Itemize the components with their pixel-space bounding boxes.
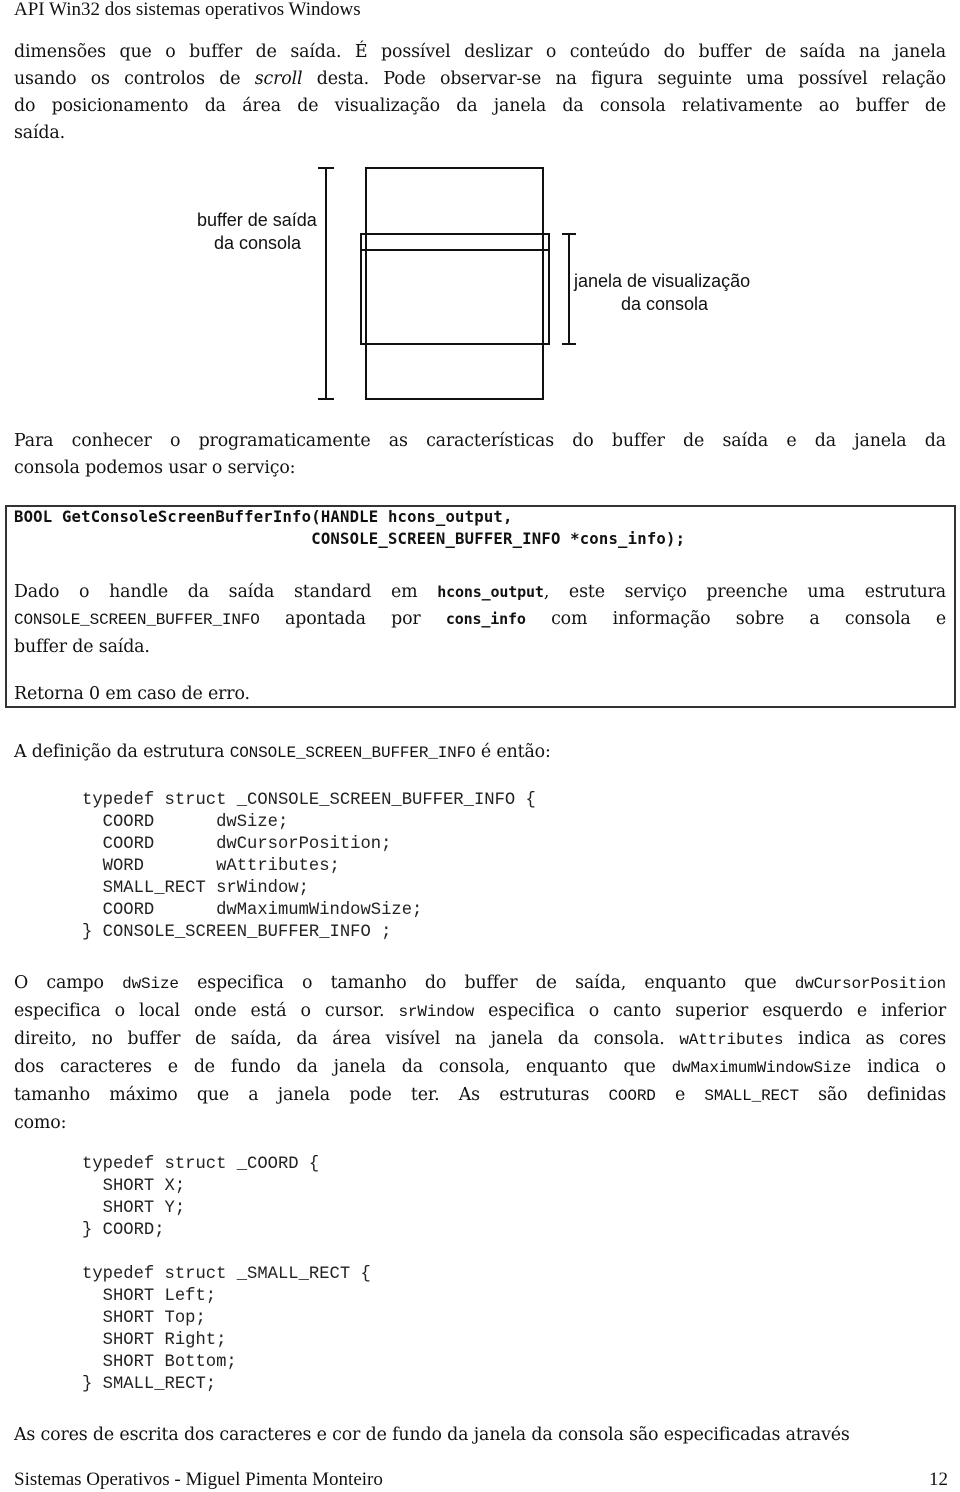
buffer-label-line2: da consola [214, 233, 302, 253]
code-line: SHORT X; [82, 1177, 186, 1196]
struct-small-rect: typedef struct _SMALL_RECT { SHORT Left;… [82, 1264, 371, 1396]
text-run: buffer de saída. [14, 637, 150, 657]
text-run: saída. [14, 123, 65, 143]
code-line: SHORT Top; [82, 1309, 206, 1328]
page-number: 12 [929, 1469, 948, 1490]
window-label-line1: janela de visualização [573, 271, 750, 291]
code-line: typedef struct _COORD { [82, 1155, 320, 1174]
text-line: Para conhecer o programaticamente as car… [14, 428, 946, 455]
text-run: O campo [14, 973, 123, 993]
code-identifier: cons_info [445, 610, 526, 628]
code-line: SHORT Y; [82, 1199, 186, 1218]
text-run: especifica o canto superior esquerdo e i… [474, 1001, 946, 1021]
text-line: As cores de escrita dos caracteres e cor… [14, 1422, 946, 1449]
code-line: WORD wAttributes; [82, 857, 340, 876]
text-run: do posicionamento da área de visualizaçã… [14, 96, 946, 116]
code-line: COORD dwSize; [82, 813, 289, 832]
text-run: , este serviço preenche uma estrutura [543, 582, 946, 602]
text-run: direito, no buffer de saída, da área vis… [14, 1029, 680, 1049]
text-run: desta. Pode observar-se na figura seguin… [302, 69, 946, 89]
window-label-line2: da consola [621, 294, 709, 314]
code-line: SHORT Left; [82, 1287, 217, 1306]
struct-intro-paragraph: A definição da estrutura CONSOLE_SCREEN_… [14, 739, 946, 767]
text-run: Para conhecer o programaticamente as car… [14, 431, 946, 451]
text-line: tamanho máximo que a janela pode ter. As… [14, 1082, 946, 1110]
code-line: SHORT Bottom; [82, 1353, 237, 1372]
text-run: consola podemos usar o serviço: [14, 458, 296, 478]
text-run: Dado o handle da saída standard em [14, 582, 438, 602]
service-description: Dado o handle da saída standard em hcons… [14, 579, 946, 661]
text-run: são definidas [798, 1085, 946, 1105]
text-line: especifica o local onde está o cursor. s… [14, 998, 946, 1026]
closing-paragraph: As cores de escrita dos caracteres e cor… [14, 1422, 946, 1449]
code-identifier: hcons_output [437, 583, 544, 601]
text-line: CONSOLE_SCREEN_BUFFER_INFO apontada por … [14, 606, 946, 634]
buffer-label-line1: buffer de saída [197, 210, 318, 230]
code-line: typedef struct _SMALL_RECT { [82, 1265, 371, 1284]
text-line: como: [14, 1110, 946, 1137]
code-line: } COORD; [82, 1221, 165, 1240]
text-run: As cores de escrita dos caracteres e cor… [14, 1425, 850, 1445]
emphasis-text: scroll [254, 69, 303, 89]
buffer-height-bracket [318, 167, 334, 400]
running-header: API Win32 dos sistemas operativos Window… [14, 0, 361, 20]
signature-line-2: CONSOLE_SCREEN_BUFFER_INFO *cons_info); [14, 530, 686, 548]
code-line: } SMALL_RECT; [82, 1375, 217, 1394]
code-identifier: CONSOLE_SCREEN_BUFFER_INFO [14, 611, 260, 629]
text-run: A definição da estrutura [14, 742, 230, 762]
code-line: typedef struct _CONSOLE_SCREEN_BUFFER_IN… [82, 791, 536, 810]
footer-author: Sistemas Operativos - Miguel Pimenta Mon… [14, 1469, 383, 1490]
text-run: indica o [851, 1057, 946, 1077]
code-identifier: wAttributes [679, 1031, 784, 1049]
code-line: COORD dwCursorPosition; [82, 835, 392, 854]
text-line: O campo dwSize especifica o tamanho do b… [14, 970, 946, 998]
text-run: dos caracteres e de fundo da janela da c… [14, 1057, 672, 1077]
code-identifier: COORD [608, 1087, 656, 1105]
code-identifier: dwCursorPosition [794, 975, 946, 993]
text-line: usando os controlos de scroll desta. Pod… [14, 66, 946, 93]
struct-console-screen-buffer-info: typedef struct _CONSOLE_SCREEN_BUFFER_IN… [82, 790, 536, 944]
code-line: SMALL_RECT srWindow; [82, 879, 309, 898]
code-identifier: CONSOLE_SCREEN_BUFFER_INFO [229, 744, 476, 762]
code-identifier: dwSize [122, 975, 179, 993]
text-run: e [655, 1085, 705, 1105]
text-line: A definição da estrutura CONSOLE_SCREEN_… [14, 739, 946, 767]
code-line: COORD dwMaximumWindowSize; [82, 901, 423, 920]
buffer-window-diagram: buffer de saída da consola janela de vis… [197, 167, 750, 400]
output-buffer-rect [365, 167, 544, 400]
text-line: dos caracteres e de fundo da janela da c… [14, 1054, 946, 1082]
code-line: SHORT Right; [82, 1331, 227, 1350]
text-line: buffer de saída. [14, 634, 946, 661]
service-intro-paragraph: Para conhecer o programaticamente as car… [14, 428, 946, 482]
text-line: Dado o handle da saída standard em hcons… [14, 579, 946, 606]
function-signature: BOOL GetConsoleScreenBufferInfo(HANDLE h… [14, 506, 685, 550]
text-line: consola podemos usar o serviço: [14, 455, 946, 482]
text-run: especifica o tamanho do buffer de saída,… [178, 973, 795, 993]
text-run: indica as cores [783, 1029, 946, 1049]
text-run: especifica o local onde está o cursor. [14, 1001, 399, 1021]
text-line: dimensões que o buffer de saída. É possí… [14, 39, 946, 66]
text-run: com informação sobre a consola e [525, 609, 946, 629]
text-line: direito, no buffer de saída, da área vis… [14, 1026, 946, 1054]
text-line: saída. [14, 120, 946, 147]
text-run: dimensões que o buffer de saída. É possí… [14, 42, 946, 62]
signature-line-1: BOOL GetConsoleScreenBufferInfo(HANDLE h… [14, 508, 513, 526]
text-run: usando os controlos de [14, 69, 255, 89]
code-line: } CONSOLE_SCREEN_BUFFER_INFO ; [82, 923, 392, 942]
code-identifier: SMALL_RECT [704, 1087, 799, 1105]
text-run: tamanho máximo que a janela pode ter. As… [14, 1085, 609, 1105]
text-run: como: [14, 1113, 67, 1133]
text-line: do posicionamento da área de visualizaçã… [14, 93, 946, 120]
text-run: apontada por [259, 609, 446, 629]
text-run: é então: [475, 742, 551, 762]
struct-coord: typedef struct _COORD { SHORT X; SHORT Y… [82, 1154, 319, 1242]
fields-paragraph: O campo dwSize especifica o tamanho do b… [14, 970, 946, 1137]
code-identifier: srWindow [398, 1003, 475, 1021]
code-identifier: dwMaximumWindowSize [671, 1059, 852, 1077]
intro-paragraph: dimensões que o buffer de saída. É possí… [14, 39, 946, 147]
service-return-text: Retorna 0 em caso de erro. [14, 684, 250, 704]
